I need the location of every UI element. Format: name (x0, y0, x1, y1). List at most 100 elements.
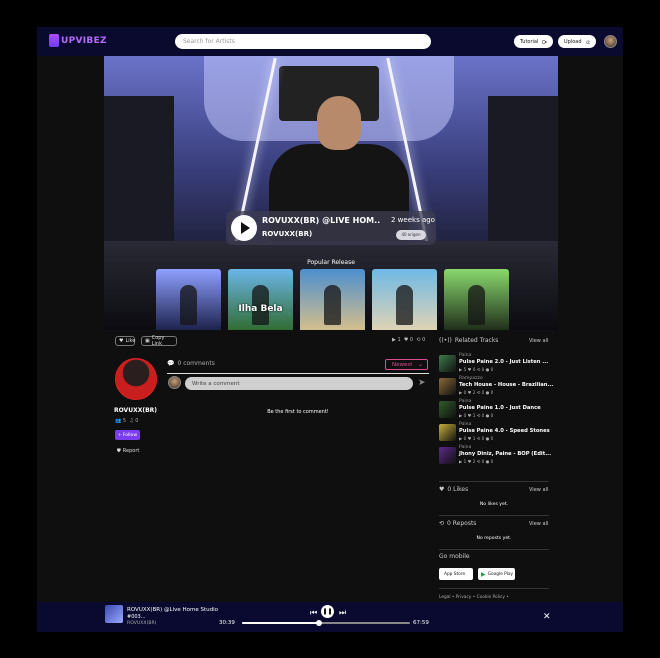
thumbnail-overlay-text: Ilha Bela (238, 304, 283, 314)
seek-bar[interactable] (242, 620, 410, 626)
popular-release-thumbnail[interactable] (444, 269, 509, 330)
likes-view-all-link[interactable]: View all (529, 487, 548, 493)
related-likes: 2 (472, 390, 476, 395)
related-track-artwork[interactable] (439, 424, 456, 441)
reposts-view-all-link[interactable]: View all (529, 521, 548, 527)
related-track-artwork[interactable] (439, 355, 456, 372)
related-track-artist[interactable]: Paina (459, 399, 471, 404)
genre-badge[interactable]: 40 origen (396, 230, 426, 240)
artist-name[interactable]: ROVUXX(BR) (114, 407, 157, 414)
clipboard-icon: ▣ (145, 338, 150, 344)
related-likes: 1 (472, 413, 476, 418)
related-comments: 0 (490, 436, 494, 441)
app-store-label: App Store (444, 571, 466, 577)
play-count-icon: ▶ (392, 337, 396, 343)
google-play-button[interactable]: ▶ Google Play (478, 568, 515, 580)
pause-button[interactable]: ❚❚ (321, 605, 334, 618)
artist-avatar[interactable] (115, 358, 157, 400)
play-count-icon: ▶ (459, 459, 463, 464)
related-view-all-link[interactable]: View all (529, 338, 548, 344)
related-track-artist[interactable]: Rampazzo (459, 376, 483, 381)
popular-release-row: ROVUXX(BR) @Live HomROVUXX(BR)Ilha BelaR… (156, 269, 509, 330)
close-icon[interactable]: ✕ (543, 612, 551, 622)
hero-banner: ROVUXX(BR) @LIVE HOM.. ROVUXX(BR) 2 week… (104, 56, 558, 330)
popular-release-thumbnail[interactable] (300, 269, 365, 330)
reposts-heading: ⟲ 0 Reposts (439, 520, 476, 527)
related-track-artist[interactable]: Paina (459, 422, 471, 427)
player-title-continued[interactable]: #003... (127, 614, 146, 620)
related-track-artist[interactable]: Paina (459, 445, 471, 450)
popular-release-card[interactable]: ROVUXX @Praia de MarROVUXX(BR) (372, 269, 437, 330)
hero-panel-right (488, 96, 558, 246)
bottom-player: ROVUXX(BR) @Live Home Studio #003... ROV… (37, 602, 623, 632)
related-track-item[interactable]: Paina Pulse Paine 1.0 - Just Dance ▶ 0 ♥ 1… (439, 399, 549, 419)
play-count-icon: ▶ (459, 436, 463, 441)
previous-track-icon[interactable]: ⏮ (310, 608, 317, 618)
player-title[interactable]: ROVUXX(BR) @Live Home Studio (127, 607, 218, 613)
related-track-title[interactable]: Pulse Paine 1.0 - Just Dance (459, 405, 541, 411)
related-track-item[interactable]: Paina Pulse Paine 2.0 - Just Listen ... ▶ … (439, 353, 549, 373)
logo[interactable]: UPVIBEZ (49, 34, 107, 47)
seek-handle[interactable] (316, 620, 323, 626)
popular-release-card[interactable]: ROVUXX(BR) @Live HomROVUXX(BR) (156, 269, 221, 330)
related-track-artwork[interactable] (439, 378, 456, 395)
follow-button[interactable]: + Follow (115, 430, 140, 440)
related-plays: 5 (463, 367, 467, 372)
chevron-down-icon: ⌄ (417, 361, 423, 368)
player-artwork[interactable] (105, 605, 123, 623)
related-track-title[interactable]: Pulse Paine 4.0 - Speed Stones (459, 428, 550, 434)
play-count: 1 (397, 337, 401, 343)
popular-release-card[interactable]: ROVUXX(BR) @Live HomROVUXX(BR) (444, 269, 509, 330)
copy-link-button[interactable]: ▣ Copy Link (141, 335, 177, 347)
app-store-button[interactable]: App Store (439, 568, 473, 580)
related-track-item[interactable]: Paina Jhony Diniz, Paine - BOP (Edit... ▶ … (439, 445, 551, 465)
next-track-icon[interactable]: ⏭ (339, 608, 346, 618)
comment-sort-select[interactable]: Newest ⌄ (385, 359, 428, 370)
popular-release-thumbnail[interactable]: Ilha Bela (228, 269, 293, 330)
repost-count: 0 (422, 337, 426, 343)
play-store-icon: ▶ (481, 570, 486, 578)
popular-release-card[interactable]: ROVUXX @Pier Praia FROVUXX(BR) (300, 269, 365, 330)
now-playing-title[interactable]: ROVUXX(BR) @LIVE HOM.. (262, 216, 380, 225)
logo-mark-icon (49, 34, 59, 47)
related-track-title[interactable]: Tech House - House - Brazilian... (459, 382, 553, 388)
popular-release-thumbnail[interactable] (156, 269, 221, 330)
section-divider (439, 588, 549, 589)
related-track-title[interactable]: Jhony Diniz, Paine - BOP (Edit... (459, 451, 551, 457)
related-track-artist[interactable]: Paina (459, 353, 471, 358)
app-window: UPVIBEZ Tutorial Upload ROVUXX(BR) @LIVE… (37, 27, 623, 632)
related-plays: 0 (463, 436, 467, 441)
popular-release-card[interactable]: Ilha BelaROVUXX @ Ilha Bela,ROVUXX(BR) (228, 269, 293, 330)
thumbnail-figure (468, 285, 485, 325)
legal-links[interactable]: Legal • Privacy • Cookie Policy • (439, 595, 509, 600)
now-playing-artist[interactable]: ROVUXX(BR) (262, 230, 312, 238)
upload-button[interactable]: Upload (558, 35, 596, 48)
related-track-artwork[interactable] (439, 401, 456, 418)
comment-input[interactable] (185, 377, 413, 390)
tutorial-button[interactable]: Tutorial (514, 35, 553, 48)
send-icon[interactable]: ➤ (418, 378, 426, 388)
report-button[interactable]: ⛊ Report (117, 448, 139, 454)
search-input[interactable] (175, 34, 431, 49)
section-divider (439, 549, 549, 550)
related-track-item[interactable]: Paina Pulse Paine 4.0 - Speed Stones ▶ 0 ♥… (439, 422, 550, 442)
related-track-artwork[interactable] (439, 447, 456, 464)
play-button[interactable] (231, 215, 257, 241)
comment-count-icon: ● (485, 459, 490, 464)
now-playing-card: ROVUXX(BR) @LIVE HOM.. ROVUXX(BR) 2 week… (226, 211, 436, 245)
user-avatar[interactable] (604, 35, 617, 48)
popular-release-thumbnail[interactable] (372, 269, 437, 330)
like-count-icon: ♥ (467, 390, 472, 395)
related-track-item[interactable]: Rampazzo Tech House - House - Brazilian..… (439, 376, 553, 396)
repost-count-icon: ⟲ (476, 413, 481, 418)
related-track-title[interactable]: Pulse Paine 2.0 - Just Listen ... (459, 359, 548, 365)
comments-count: 0 comments (177, 360, 215, 367)
related-reposts: 0 (481, 390, 485, 395)
pause-icon: ❚❚ (322, 608, 333, 615)
hero-dj-head (317, 96, 361, 150)
reposts-empty-message: No reposts yet. (476, 536, 512, 541)
like-count-icon: ♥ (467, 367, 472, 372)
like-button[interactable]: ♥ Like (115, 336, 135, 346)
comments-divider (167, 373, 429, 374)
player-artist[interactable]: ROVUXX(BR) (127, 621, 156, 626)
